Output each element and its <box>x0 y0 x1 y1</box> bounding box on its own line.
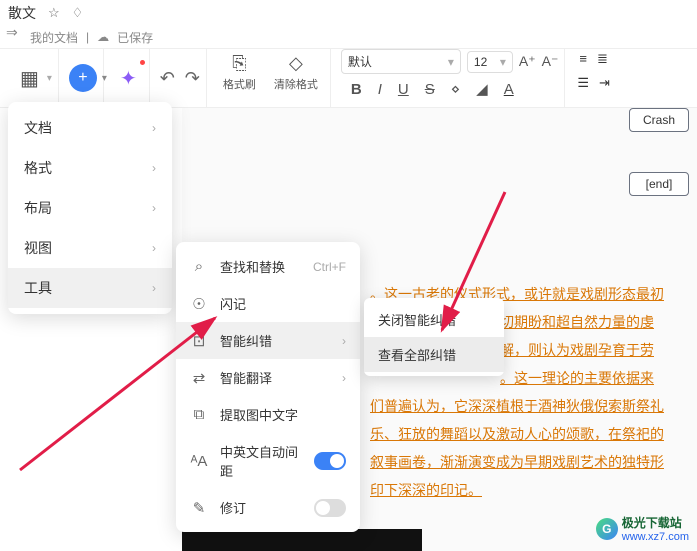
chevron-right-icon: › <box>152 201 156 215</box>
ocr-icon: ⧉ <box>190 406 208 423</box>
menu-item-format[interactable]: 格式› <box>8 148 172 188</box>
doc-title: 散文 <box>8 3 36 23</box>
submenu-close-correct[interactable]: 关闭智能纠错 <box>364 302 504 337</box>
menu-item-document[interactable]: 文档› <box>8 108 172 148</box>
watermark: G 极光下载站 www.xz7.com <box>596 514 689 543</box>
increase-font-button[interactable]: A⁺ <box>519 53 536 70</box>
chevron-right-icon: › <box>152 161 156 175</box>
chevron-right-icon: › <box>152 241 156 255</box>
correct-icon: ⊡ <box>190 332 208 350</box>
cloud-icon: ☁ <box>97 30 109 44</box>
search-icon: ⌕ <box>190 258 208 275</box>
italic-button[interactable]: I <box>374 79 386 100</box>
main-menu-dropdown: 文档› 格式› 布局› 视图› 工具› <box>8 102 172 314</box>
highlight-button[interactable]: ◢ <box>472 78 492 100</box>
ai-magic-button[interactable]: ✦ <box>114 62 143 95</box>
flowchart-node-end[interactable]: [end] <box>629 172 689 196</box>
bold-button[interactable]: B <box>347 79 366 100</box>
redo-button[interactable]: ↷ <box>185 68 200 89</box>
submenu-view-all-errors[interactable]: 查看全部纠错 <box>364 337 504 372</box>
breadcrumb-my-docs[interactable]: 我的文档 <box>30 29 78 46</box>
flowchart: Crash [end] <box>629 108 689 236</box>
revision-icon: ✎ <box>190 499 208 517</box>
notification-icon[interactable]: ♢ <box>72 5 84 21</box>
list-bullet-button[interactable]: ≡ <box>577 49 589 69</box>
font-size-select[interactable]: 12▾ <box>467 51 513 73</box>
list-number-button[interactable]: ≣ <box>595 49 610 69</box>
submenu-revision[interactable]: ✎ 修订 <box>176 489 360 526</box>
divider: | <box>86 30 89 44</box>
font-family-select[interactable]: 默认▾ <box>341 49 461 74</box>
submenu-find-replace[interactable]: ⌕ 查找和替换 Ctrl+F <box>176 248 360 285</box>
revision-toggle[interactable] <box>314 499 346 517</box>
menu-item-layout[interactable]: 布局› <box>8 188 172 228</box>
smart-correct-submenu: 关闭智能纠错 查看全部纠错 <box>364 298 504 376</box>
save-status: 已保存 <box>117 29 153 46</box>
strikethrough-button[interactable]: S <box>421 79 439 100</box>
chevron-right-icon: › <box>152 281 156 295</box>
hamburger-icon[interactable]: ⇒ <box>6 24 18 41</box>
add-button[interactable]: +▾ <box>69 64 97 92</box>
bottom-bar <box>182 529 422 551</box>
align-button[interactable]: ☰ <box>575 73 591 93</box>
submenu-extract-text[interactable]: ⧉ 提取图中文字 <box>176 396 360 433</box>
star-icon[interactable]: ☆ <box>48 5 60 21</box>
text-color-button[interactable]: A <box>500 79 518 100</box>
indent-button[interactable]: ⇥ <box>597 73 612 93</box>
chevron-right-icon: › <box>342 334 346 348</box>
watermark-logo-icon: G <box>596 518 618 540</box>
lightbulb-icon: ☉ <box>190 295 208 313</box>
undo-button[interactable]: ↶ <box>160 68 175 89</box>
toolbar: ▦ ▾ +▾ ✦ ↶ ↷ ⎘ 格式刷 ◇ 清除格式 默认 <box>0 48 697 108</box>
spacing-icon: ᴬA <box>190 453 208 470</box>
underline-button[interactable]: U <box>394 79 413 100</box>
submenu-auto-spacing[interactable]: ᴬA 中英文自动间距 <box>176 433 360 489</box>
submenu-flashnote[interactable]: ☉ 闪记 <box>176 285 360 322</box>
menu-item-view[interactable]: 视图› <box>8 228 172 268</box>
code-button[interactable]: ⋄ <box>447 78 464 100</box>
decrease-font-button[interactable]: A⁻ <box>542 53 559 70</box>
chevron-right-icon: › <box>342 371 346 385</box>
submenu-smart-translate[interactable]: ⇄ 智能翻译 › <box>176 359 360 396</box>
translate-icon: ⇄ <box>190 369 208 387</box>
auto-spacing-toggle[interactable] <box>314 452 346 470</box>
submenu-smart-correct[interactable]: ⊡ 智能纠错 › <box>176 322 360 359</box>
chevron-right-icon: › <box>152 121 156 135</box>
grid-view-button[interactable]: ▦ <box>14 62 45 95</box>
tools-submenu: ⌕ 查找和替换 Ctrl+F ☉ 闪记 ⊡ 智能纠错 › ⇄ 智能翻译 › ⧉ … <box>176 242 360 532</box>
chevron-down-icon[interactable]: ▾ <box>47 73 52 84</box>
clear-format-button[interactable]: ◇ 清除格式 <box>268 49 324 96</box>
flowchart-node-crash[interactable]: Crash <box>629 108 689 132</box>
menu-item-tools[interactable]: 工具› <box>8 268 172 308</box>
format-brush-button[interactable]: ⎘ 格式刷 <box>217 49 262 96</box>
